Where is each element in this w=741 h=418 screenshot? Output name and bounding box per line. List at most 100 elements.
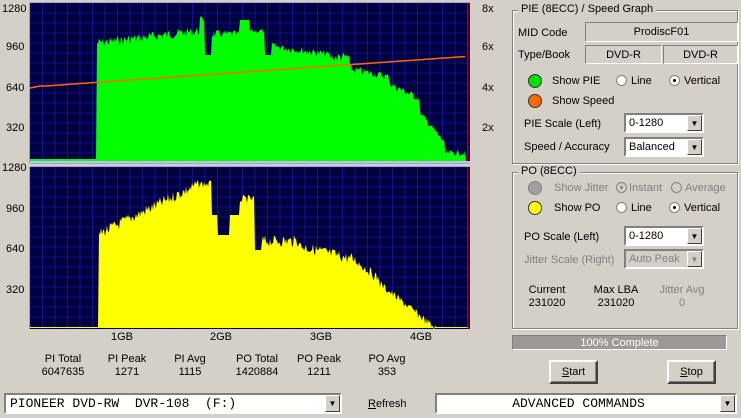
show-pie-label[interactable]: Show PIE <box>552 75 600 87</box>
jitter-scale-label: Jitter Scale (Right) <box>524 254 615 266</box>
pie-vertical-radio[interactable] <box>669 75 680 86</box>
stat-label: PO Peak <box>296 353 342 365</box>
stat-value: 1420884 <box>235 366 279 378</box>
stat-value: 1211 <box>307 366 331 378</box>
jitter-scale-select: Auto Peak ▼ <box>624 249 704 269</box>
pie-vertical-label[interactable]: Vertical <box>684 75 720 87</box>
jitter-color-icon <box>528 181 542 195</box>
stat-po-peak: PO Peak 1211 <box>292 353 346 379</box>
jitter-avg: Jitter Avg 0 <box>654 284 710 310</box>
start-button[interactable]: Start <box>549 360 598 384</box>
stat-value: 353 <box>377 366 397 378</box>
stop-button[interactable]: Stop <box>667 360 716 384</box>
stat-label: PO Total <box>236 353 278 365</box>
commands-select[interactable]: ADVANCED COMMANDS ▼ <box>435 393 737 414</box>
maxlba-value: 231020 <box>597 297 635 309</box>
jitter-scale-value: Auto Peak <box>629 253 680 265</box>
drive-select[interactable]: PIONEER DVD-RW DVR-108 (F:) ▼ <box>4 393 342 414</box>
show-speed-label[interactable]: Show Speed <box>552 95 614 107</box>
jitter-instant-label: Instant <box>629 182 663 194</box>
pie-left-tick: 640 <box>6 82 24 94</box>
stat-pi-total: PI Total 6047635 <box>38 353 88 379</box>
x-tick-label: 1GB <box>111 331 134 343</box>
speed-color-icon[interactable] <box>528 94 542 108</box>
pie-panel-title: PIE (8ECC) / Speed Graph <box>518 3 657 15</box>
pie-left-tick: 320 <box>6 122 24 134</box>
stat-value: 1271 <box>114 366 140 378</box>
start-button-label: Start <box>561 366 586 378</box>
speed-accuracy-label: Speed / Accuracy <box>524 141 610 153</box>
progress-text: 100% Complete <box>580 336 659 349</box>
po-scale-select[interactable]: 0-1280 ▼ <box>624 226 704 246</box>
type-field: DVD-R <box>585 45 662 64</box>
stat-label: PI Avg <box>174 353 206 365</box>
x-tick-label: 2GB <box>210 331 233 343</box>
stat-pi-peak: PI Peak 1271 <box>104 353 150 379</box>
chevron-down-icon[interactable]: ▼ <box>687 228 702 244</box>
maxlba-label: Max LBA <box>593 284 639 296</box>
x-tick-label: 3GB <box>310 331 333 343</box>
po-left-tick: 320 <box>6 284 24 296</box>
pie-scale-label: PIE Scale (Left) <box>524 118 602 130</box>
po-line-label[interactable]: Line <box>631 202 652 214</box>
current-label: Current <box>528 284 566 296</box>
pie-left-tick: 1280 <box>2 3 26 15</box>
stat-po-avg: PO Avg 353 <box>362 353 412 379</box>
current-lba: Current 231020 <box>522 284 572 310</box>
chevron-down-icon[interactable]: ▼ <box>325 395 340 412</box>
book-field: DVD-R <box>663 45 738 64</box>
refresh-link[interactable]: Refresh <box>368 398 407 410</box>
type-book-label: Type/Book <box>518 49 570 61</box>
po-vertical-label[interactable]: Vertical <box>684 202 720 214</box>
graph-svg: 1280 960 640 320 1280 960 640 320 8x 6x … <box>2 2 494 331</box>
progress-bar: 100% Complete <box>512 335 727 350</box>
po-left-tick: 960 <box>6 203 24 215</box>
jitter-average-radio <box>671 182 682 193</box>
jitter-avg-value: 0 <box>678 297 686 309</box>
stat-label: PO Avg <box>368 353 406 365</box>
po-vertical-radio[interactable] <box>669 202 680 213</box>
po-left-tick: 640 <box>6 243 24 255</box>
stat-pi-avg: PI Avg 1115 <box>167 353 213 379</box>
stop-button-label: Stop <box>680 366 703 378</box>
stat-value: 6047635 <box>41 366 85 378</box>
current-value: 231020 <box>528 297 566 309</box>
mid-code-field: ProdiscF01 <box>585 22 738 42</box>
commands-value: ADVANCED COMMANDS <box>512 396 645 411</box>
pie-line-label[interactable]: Line <box>631 75 652 87</box>
speed-right-tick: 4x <box>482 82 494 94</box>
pie-scale-value: 0-1280 <box>629 117 664 129</box>
x-tick-label: 4GB <box>410 331 433 343</box>
jitter-average-label: Average <box>685 182 726 194</box>
stat-po-total: PO Total 1420884 <box>230 353 284 379</box>
pie-color-icon[interactable] <box>528 74 542 88</box>
chevron-down-icon[interactable]: ▼ <box>687 115 702 131</box>
chevron-down-icon[interactable]: ▼ <box>720 395 735 412</box>
speed-right-tick: 6x <box>482 41 494 53</box>
chevron-down-icon: ▼ <box>687 251 702 267</box>
stat-label: PI Peak <box>107 353 147 365</box>
po-scale-label: PO Scale (Left) <box>524 231 600 243</box>
po-left-tick: 1280 <box>2 162 26 174</box>
show-po-label[interactable]: Show PO <box>554 202 600 214</box>
speed-right-tick: 2x <box>482 122 494 134</box>
speed-accuracy-select[interactable]: Balanced ▼ <box>624 137 704 157</box>
pie-line-radio[interactable] <box>616 75 627 86</box>
mid-code-label: MID Code <box>518 27 568 39</box>
po-line-radio[interactable] <box>616 202 627 213</box>
jitter-avg-label: Jitter Avg <box>659 284 705 296</box>
max-lba: Max LBA 231020 <box>588 284 644 310</box>
jitter-instant-radio <box>616 182 627 193</box>
speed-right-tick: 8x <box>482 3 494 15</box>
po-panel-title: PO (8ECC) <box>518 165 580 177</box>
stat-label: PI Total <box>44 353 82 365</box>
speed-accuracy-value: Balanced <box>629 141 675 153</box>
stat-value: 1115 <box>178 366 202 378</box>
pie-scale-select[interactable]: 0-1280 ▼ <box>624 113 704 133</box>
show-jitter-label: Show Jitter <box>554 182 609 194</box>
pie-left-tick: 960 <box>6 41 24 53</box>
chevron-down-icon[interactable]: ▼ <box>687 139 702 155</box>
po-color-icon[interactable] <box>528 201 542 215</box>
po-scale-value: 0-1280 <box>629 230 664 242</box>
graph-area: 1280 960 640 320 1280 960 640 320 8x 6x … <box>0 0 500 332</box>
